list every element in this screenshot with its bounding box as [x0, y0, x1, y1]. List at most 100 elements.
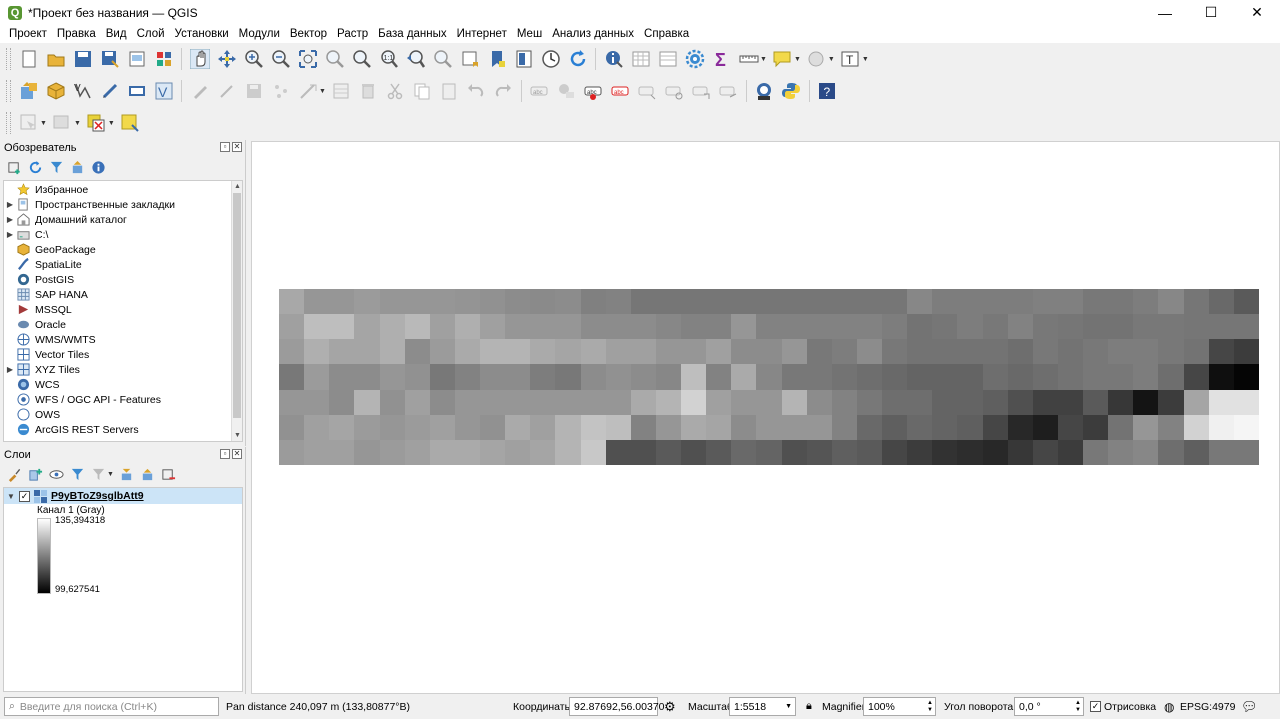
expand-all-icon[interactable]: [117, 465, 135, 483]
annotation-icon[interactable]: [771, 48, 793, 70]
identify-icon[interactable]: [603, 48, 625, 70]
new-geopackage-icon[interactable]: [45, 80, 67, 102]
refresh-icon[interactable]: [27, 158, 45, 176]
menu-edit[interactable]: Правка: [52, 28, 101, 40]
plugin-dropdown-arrow-icon[interactable]: ▼: [828, 56, 835, 63]
menu-settings[interactable]: Установки: [170, 28, 234, 40]
browser-item-vector-tiles[interactable]: Vector Tiles: [4, 347, 242, 362]
browser-item-arcgis[interactable]: ArcGIS REST Servers: [4, 422, 242, 437]
close-panel-button[interactable]: ✕: [232, 142, 242, 152]
open-table-icon[interactable]: [630, 48, 652, 70]
browser-item-wms[interactable]: WMS/WMTS: [4, 332, 242, 347]
toolbar-grip[interactable]: [6, 48, 11, 70]
save-project-icon[interactable]: [72, 48, 94, 70]
filter-dropdown-arrow-icon[interactable]: ▼: [107, 471, 114, 478]
zoom-to-selection-icon[interactable]: [324, 48, 346, 70]
plugin-icon[interactable]: [805, 48, 827, 70]
scroll-up-arrow-icon[interactable]: ▲: [232, 181, 242, 192]
collapse-all-icon[interactable]: [69, 158, 87, 176]
menu-database[interactable]: База данных: [373, 28, 452, 40]
pan-icon[interactable]: [189, 48, 211, 70]
annotation-dropdown-arrow-icon[interactable]: ▼: [794, 56, 801, 63]
save-edits-icon[interactable]: [243, 80, 265, 102]
browser-item-wcs[interactable]: WCS: [4, 377, 242, 392]
expand-arrow-icon[interactable]: ▶: [4, 215, 16, 224]
deselect-icon[interactable]: [51, 112, 73, 134]
zoom-to-layer-icon[interactable]: [351, 48, 373, 70]
browser-item-bookmark[interactable]: ▶ Пространственные закладки: [4, 197, 242, 212]
label-show-icon[interactable]: [717, 80, 739, 102]
maximize-button[interactable]: ☐: [1188, 0, 1234, 25]
browser-item-ows[interactable]: OWS: [4, 407, 242, 422]
menu-help[interactable]: Справка: [639, 28, 694, 40]
browser-item-sap-hana[interactable]: SAP HANA: [4, 287, 242, 302]
plugin-manager-icon[interactable]: [753, 80, 775, 102]
map-canvas[interactable]: [251, 141, 1280, 694]
copy-icon[interactable]: [411, 80, 433, 102]
layer-expand-arrow-icon[interactable]: ▼: [7, 492, 17, 501]
layer-name[interactable]: P9yBToZ9sglbAtt9: [51, 490, 144, 502]
label-pin-icon[interactable]: [555, 80, 577, 102]
menu-mesh[interactable]: Меш: [512, 28, 547, 40]
paste-icon[interactable]: [438, 80, 460, 102]
locator-search-input[interactable]: ⌕ Введите для поиска (Ctrl+K): [4, 697, 219, 716]
new-bookmark-icon[interactable]: [459, 48, 481, 70]
filter-expression-icon[interactable]: [90, 465, 108, 483]
scroll-down-arrow-icon[interactable]: ▼: [232, 430, 242, 441]
rotation-field[interactable]: 0,0 ° ▲ ▼: [1014, 697, 1084, 716]
crs-globe-icon[interactable]: ◍: [1164, 700, 1174, 714]
text-annotation-icon[interactable]: T: [839, 48, 861, 70]
modify-attributes-icon[interactable]: [330, 80, 352, 102]
style-manager-icon[interactable]: [153, 48, 175, 70]
remove-layer-icon[interactable]: [159, 465, 177, 483]
magnifier-field[interactable]: 100% ▲ ▼: [863, 697, 936, 716]
toggle-extents-icon[interactable]: ⚙: [664, 699, 676, 715]
expand-arrow-icon[interactable]: ▶: [4, 230, 16, 239]
browser-item-wfs[interactable]: WFS / OGC API - Features: [4, 392, 242, 407]
messages-icon[interactable]: 💬︎: [1241, 699, 1258, 715]
browser-item-postgis[interactable]: PostGIS: [4, 272, 242, 287]
open-project-icon[interactable]: [45, 48, 67, 70]
float-panel-button[interactable]: ▫: [220, 449, 230, 459]
select-all-icon[interactable]: [119, 112, 141, 134]
temporal-icon[interactable]: [540, 48, 562, 70]
filter-icon[interactable]: [48, 158, 66, 176]
label-move-icon[interactable]: [636, 80, 658, 102]
scrollbar-thumb[interactable]: [233, 193, 241, 418]
edit-pencil-icon[interactable]: [189, 80, 211, 102]
new-vector-icon[interactable]: V: [72, 80, 94, 102]
eye-icon[interactable]: [48, 465, 66, 483]
undo-icon[interactable]: [465, 80, 487, 102]
zoom-last-icon[interactable]: [405, 48, 427, 70]
browser-item-spatialite[interactable]: SpatiaLite: [4, 257, 242, 272]
browser-item-mssql[interactable]: MSSQL: [4, 302, 242, 317]
zoom-native-icon[interactable]: 1:1: [378, 48, 400, 70]
browser-item-drive[interactable]: ▶ C:\: [4, 227, 242, 242]
label-rotate-icon[interactable]: [663, 80, 685, 102]
float-panel-button[interactable]: ▫: [220, 142, 230, 152]
delete-icon[interactable]: [357, 80, 379, 102]
new-map-view-icon[interactable]: [513, 48, 535, 70]
label-change-icon[interactable]: [690, 80, 712, 102]
filter-legend-icon[interactable]: [69, 465, 87, 483]
toolbar-grip[interactable]: [6, 80, 11, 102]
refresh-icon[interactable]: [567, 48, 589, 70]
data-source-manager-icon[interactable]: [18, 80, 40, 102]
deselect-dropdown-arrow-icon[interactable]: ▼: [74, 120, 81, 127]
toggle-edit-icon[interactable]: [216, 80, 238, 102]
minimize-button[interactable]: —: [1142, 0, 1188, 25]
sigma-icon[interactable]: Σ: [711, 48, 733, 70]
browser-item-oracle[interactable]: Oracle: [4, 317, 242, 332]
collapse-all-icon[interactable]: [138, 465, 156, 483]
layer-visibility-checkbox[interactable]: ✓: [19, 490, 30, 502]
render-checkbox[interactable]: ✓: [1090, 701, 1101, 712]
label-abc-icon[interactable]: abc: [609, 80, 631, 102]
georeferencer-icon[interactable]: [126, 80, 148, 102]
menu-layer[interactable]: Слой: [132, 28, 170, 40]
select-feature-dropdown-arrow-icon[interactable]: ▼: [40, 120, 47, 127]
label-icon[interactable]: abc: [528, 80, 550, 102]
menu-raster[interactable]: Растр: [332, 28, 373, 40]
label-highlight-icon[interactable]: abc: [582, 80, 604, 102]
toolbar-grip[interactable]: [6, 112, 11, 134]
redo-icon[interactable]: [492, 80, 514, 102]
